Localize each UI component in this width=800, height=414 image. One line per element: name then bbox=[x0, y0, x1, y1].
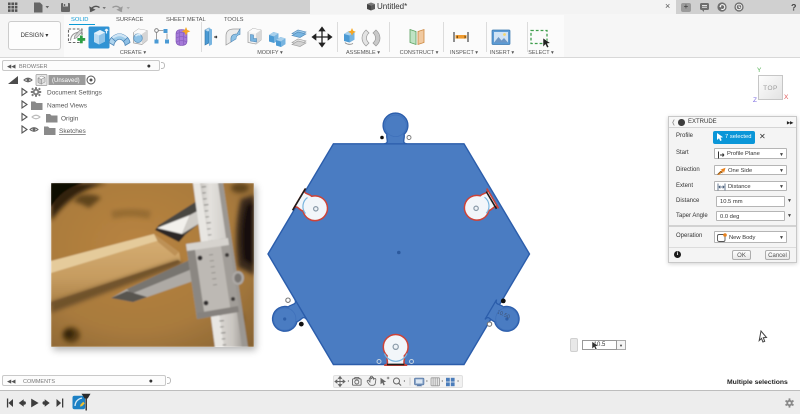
svg-text:Sketches: Sketches bbox=[59, 128, 86, 135]
svg-text:Document Settings: Document Settings bbox=[47, 90, 103, 97]
svg-text:Named Views: Named Views bbox=[47, 103, 88, 110]
svg-text:Origin: Origin bbox=[61, 116, 79, 123]
svg-text:(Unsaved): (Unsaved) bbox=[52, 78, 80, 84]
